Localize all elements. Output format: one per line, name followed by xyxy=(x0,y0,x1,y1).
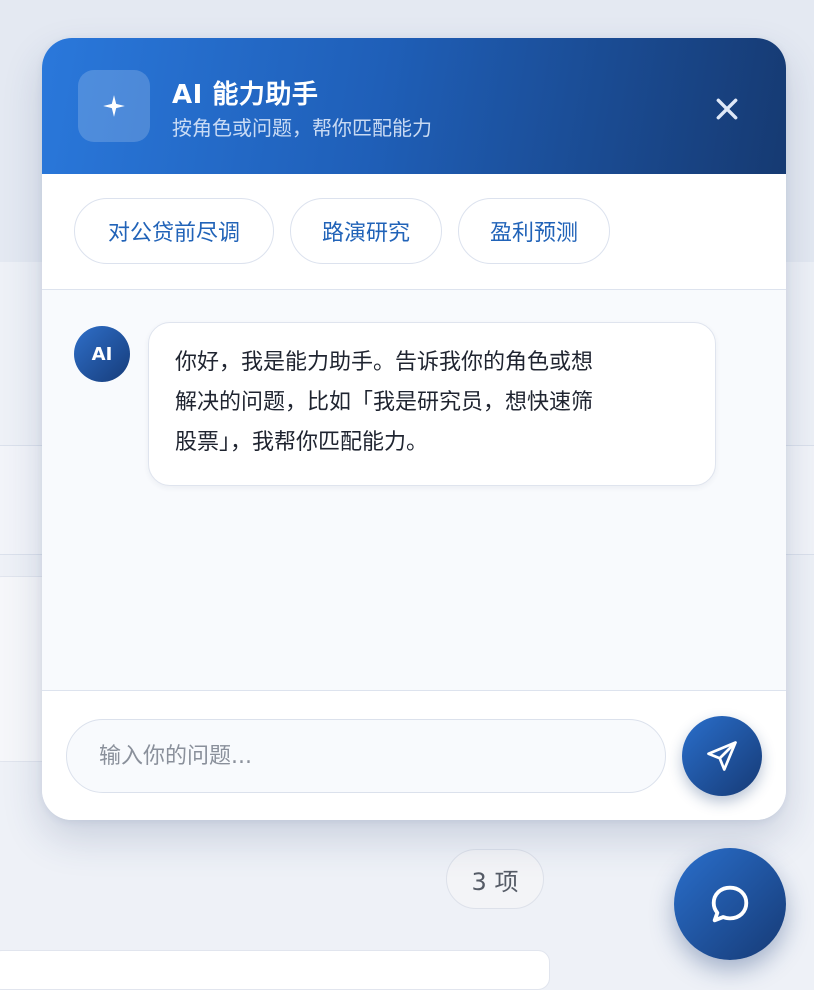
background-card xyxy=(0,950,550,990)
suggestion-chips: 对公贷前尽调 路演研究 盈利预测 xyxy=(42,174,786,290)
close-icon xyxy=(716,98,738,120)
chat-bubble-icon xyxy=(711,885,749,923)
chat-subtitle: 按角色或问题，帮你匹配能力 xyxy=(172,116,432,140)
composer xyxy=(42,690,786,820)
assistant-chat-panel: AI 能力助手 按角色或问题，帮你匹配能力 对公贷前尽调 路演研究 盈利预测 A… xyxy=(42,38,786,820)
message-line: 你好，我是能力助手。告诉我你的角色或想 xyxy=(175,350,594,375)
chat-launcher-button[interactable] xyxy=(674,848,786,960)
sparkle-icon xyxy=(78,70,150,142)
ai-message-bubble: 你好，我是能力助手。告诉我你的角色或想 解决的问题，比如「我是研究员，想快速筛 … xyxy=(148,322,716,486)
chat-title: AI 能力助手 xyxy=(172,80,319,110)
message-line: 解决的问题，比如「我是研究员，想快速筛 xyxy=(175,390,594,415)
question-input[interactable] xyxy=(66,719,666,793)
chip-due-diligence[interactable]: 对公贷前尽调 xyxy=(74,198,274,264)
chat-header: AI 能力助手 按角色或问题，帮你匹配能力 xyxy=(42,38,786,174)
send-button[interactable] xyxy=(682,716,762,796)
message-line: 股票」，我帮你匹配能力。 xyxy=(175,430,429,455)
ai-avatar: AI xyxy=(74,326,130,382)
message-list: AI 你好，我是能力助手。告诉我你的角色或想 解决的问题，比如「我是研究员，想快… xyxy=(42,290,786,690)
chip-roadshow-research[interactable]: 路演研究 xyxy=(290,198,442,264)
send-icon xyxy=(707,741,737,771)
count-badge: 3 项 xyxy=(446,849,544,909)
chip-earnings-forecast[interactable]: 盈利预测 xyxy=(458,198,610,264)
close-button[interactable] xyxy=(710,92,744,126)
